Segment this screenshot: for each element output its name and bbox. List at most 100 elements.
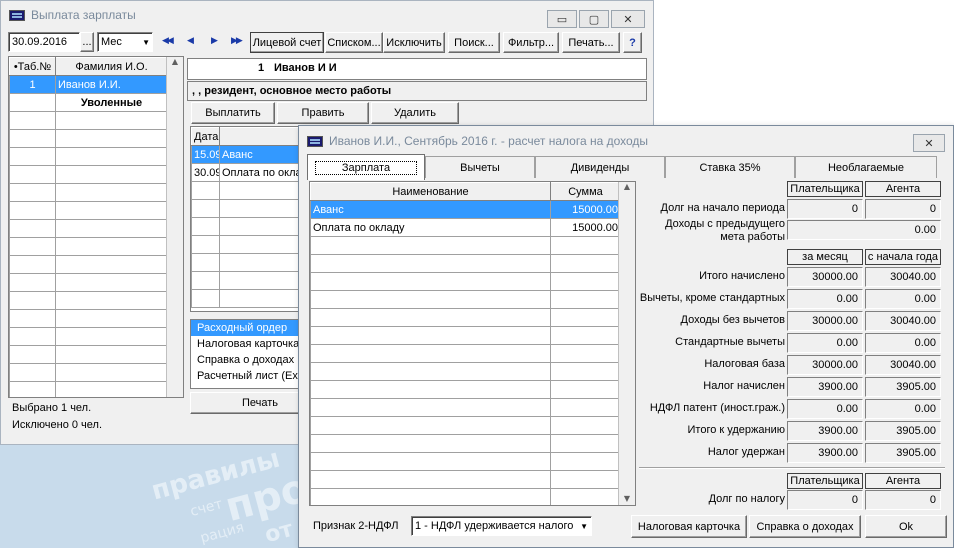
table-row[interactable] xyxy=(310,308,621,327)
date-picker-button[interactable]: ... xyxy=(80,32,94,52)
minimize-button[interactable]: ▭ xyxy=(547,10,577,28)
col-name[interactable]: Фамилия И.О. xyxy=(55,57,168,76)
empty-cell xyxy=(310,488,551,505)
maximize-button[interactable]: ▢ xyxy=(579,10,609,28)
col-income-sum[interactable]: Сумма xyxy=(550,182,621,201)
table-row[interactable] xyxy=(9,111,168,130)
tax-card-button[interactable]: Налоговая карточка xyxy=(631,515,747,538)
period-select[interactable]: Мес ▼ xyxy=(97,32,153,52)
table-row[interactable] xyxy=(9,381,168,397)
dismissed-row[interactable]: Уволенные xyxy=(9,93,168,112)
table-row[interactable] xyxy=(9,255,168,274)
search-button[interactable]: Поиск... xyxy=(448,32,500,53)
table-row[interactable] xyxy=(9,183,168,202)
first-period-icon[interactable]: ◀◀ xyxy=(162,36,174,46)
table-row[interactable]: 1 Иванов И.И. xyxy=(9,75,168,94)
table-row[interactable] xyxy=(9,165,168,184)
employees-scrollbar[interactable]: ▲ xyxy=(166,57,183,397)
dialog-app-icon xyxy=(307,135,323,147)
table-row[interactable] xyxy=(310,488,621,505)
table-row[interactable]: 15.09 Аванс xyxy=(191,145,309,164)
table-row[interactable] xyxy=(9,129,168,148)
empty-cell xyxy=(219,217,309,236)
table-row[interactable] xyxy=(310,290,621,309)
prev-period-icon[interactable]: ◀ xyxy=(187,36,194,46)
date-input[interactable]: 30.09.2016 xyxy=(8,32,80,52)
table-row[interactable] xyxy=(310,398,621,417)
table-row[interactable] xyxy=(310,380,621,399)
desktop-watermark: правилы счет про рация от xyxy=(0,440,310,548)
table-row[interactable] xyxy=(310,236,621,255)
close-button[interactable]: ✕ xyxy=(611,10,645,28)
scroll-down-icon[interactable]: ▼ xyxy=(619,494,635,503)
table-row[interactable] xyxy=(9,147,168,166)
report-item[interactable]: Расчетный лист (Ex xyxy=(191,368,309,384)
payments-grid[interactable]: Дата Н 15.09 Аванс 30.09 Оплата по оклад… xyxy=(190,126,310,312)
reports-list[interactable]: Расходный ордер Налоговая карточка Справ… xyxy=(190,319,310,389)
print-menu-button[interactable]: Печать... xyxy=(562,32,620,53)
delete-button[interactable]: Удалить xyxy=(371,102,459,124)
report-item[interactable]: Расходный ордер xyxy=(191,320,309,336)
table-row[interactable] xyxy=(191,289,309,308)
col-date[interactable]: Дата xyxy=(191,127,220,146)
table-row[interactable] xyxy=(9,309,168,328)
employees-grid[interactable]: •Таб.№ Фамилия И.О. 1 Иванов И.И. Уволен… xyxy=(8,56,184,398)
tab-dividends[interactable]: Дивиденды xyxy=(535,156,665,178)
table-row[interactable] xyxy=(9,219,168,238)
income-cert-button[interactable]: Справка о доходах xyxy=(749,515,861,538)
col-payment-name[interactable]: Н xyxy=(219,127,309,146)
empty-cell xyxy=(310,470,551,489)
table-row[interactable] xyxy=(9,291,168,310)
table-row[interactable] xyxy=(191,253,309,272)
table-row[interactable] xyxy=(9,273,168,292)
tab-salary[interactable]: Зарплата xyxy=(307,154,425,180)
ok-button[interactable]: Ok xyxy=(865,515,947,538)
table-row[interactable] xyxy=(191,235,309,254)
table-row[interactable] xyxy=(9,327,168,346)
last-period-icon[interactable]: ▶▶ xyxy=(231,36,243,46)
pay-button[interactable]: Выплатить xyxy=(191,102,275,124)
report-item[interactable]: Справка о доходах xyxy=(191,352,309,368)
table-row[interactable] xyxy=(9,201,168,220)
list-button[interactable]: Списком... xyxy=(325,32,383,53)
scroll-up-icon[interactable]: ▲ xyxy=(167,57,183,66)
report-item[interactable]: Налоговая карточка xyxy=(191,336,309,352)
sign-select[interactable]: 1 - НДФЛ удерживается налого ▼ xyxy=(411,516,592,536)
table-row[interactable] xyxy=(310,416,621,435)
table-row[interactable] xyxy=(191,199,309,218)
scroll-up-icon[interactable]: ▲ xyxy=(619,182,635,191)
tab-deductions[interactable]: Вычеты xyxy=(425,156,535,178)
exclude-button[interactable]: Исключить xyxy=(383,32,445,53)
table-row[interactable] xyxy=(9,363,168,382)
personal-account-button[interactable]: Лицевой счет xyxy=(250,32,324,53)
table-row[interactable] xyxy=(191,217,309,236)
table-row[interactable] xyxy=(9,237,168,256)
tab-nontaxable[interactable]: Необлагаемые xyxy=(795,156,937,178)
table-row[interactable] xyxy=(310,452,621,471)
table-row[interactable] xyxy=(310,434,621,453)
table-row[interactable]: Аванс 15000.00 xyxy=(310,200,621,219)
table-row[interactable] xyxy=(310,326,621,345)
table-row[interactable] xyxy=(310,362,621,381)
dialog-close-button[interactable]: ✕ xyxy=(913,134,945,152)
table-row[interactable]: 30.09 Оплата по окладу xyxy=(191,163,309,182)
next-period-icon[interactable]: ▶ xyxy=(211,36,218,46)
help-button[interactable]: ? xyxy=(623,32,642,53)
table-row[interactable] xyxy=(310,254,621,273)
table-row[interactable]: Оплата по окладу 15000.00 xyxy=(310,218,621,237)
filter-button[interactable]: Фильтр... xyxy=(503,32,559,53)
table-row[interactable] xyxy=(191,181,309,200)
tab-rate35[interactable]: Ставка 35% xyxy=(665,156,795,178)
table-row[interactable] xyxy=(191,271,309,290)
income-scrollbar[interactable]: ▲ ▼ xyxy=(618,182,635,505)
prev-income-value[interactable]: 0.00 xyxy=(787,220,941,240)
table-row[interactable] xyxy=(310,344,621,363)
col-tabnum[interactable]: •Таб.№ xyxy=(9,57,56,76)
edit-button[interactable]: Править xyxy=(277,102,369,124)
table-row[interactable] xyxy=(9,345,168,364)
income-grid[interactable]: Наименование Сумма Аванс 15000.00 Оплата… xyxy=(309,181,636,506)
table-row[interactable] xyxy=(310,272,621,291)
col-income-name[interactable]: Наименование xyxy=(310,182,551,201)
empty-cell xyxy=(310,362,551,381)
table-row[interactable] xyxy=(310,470,621,489)
